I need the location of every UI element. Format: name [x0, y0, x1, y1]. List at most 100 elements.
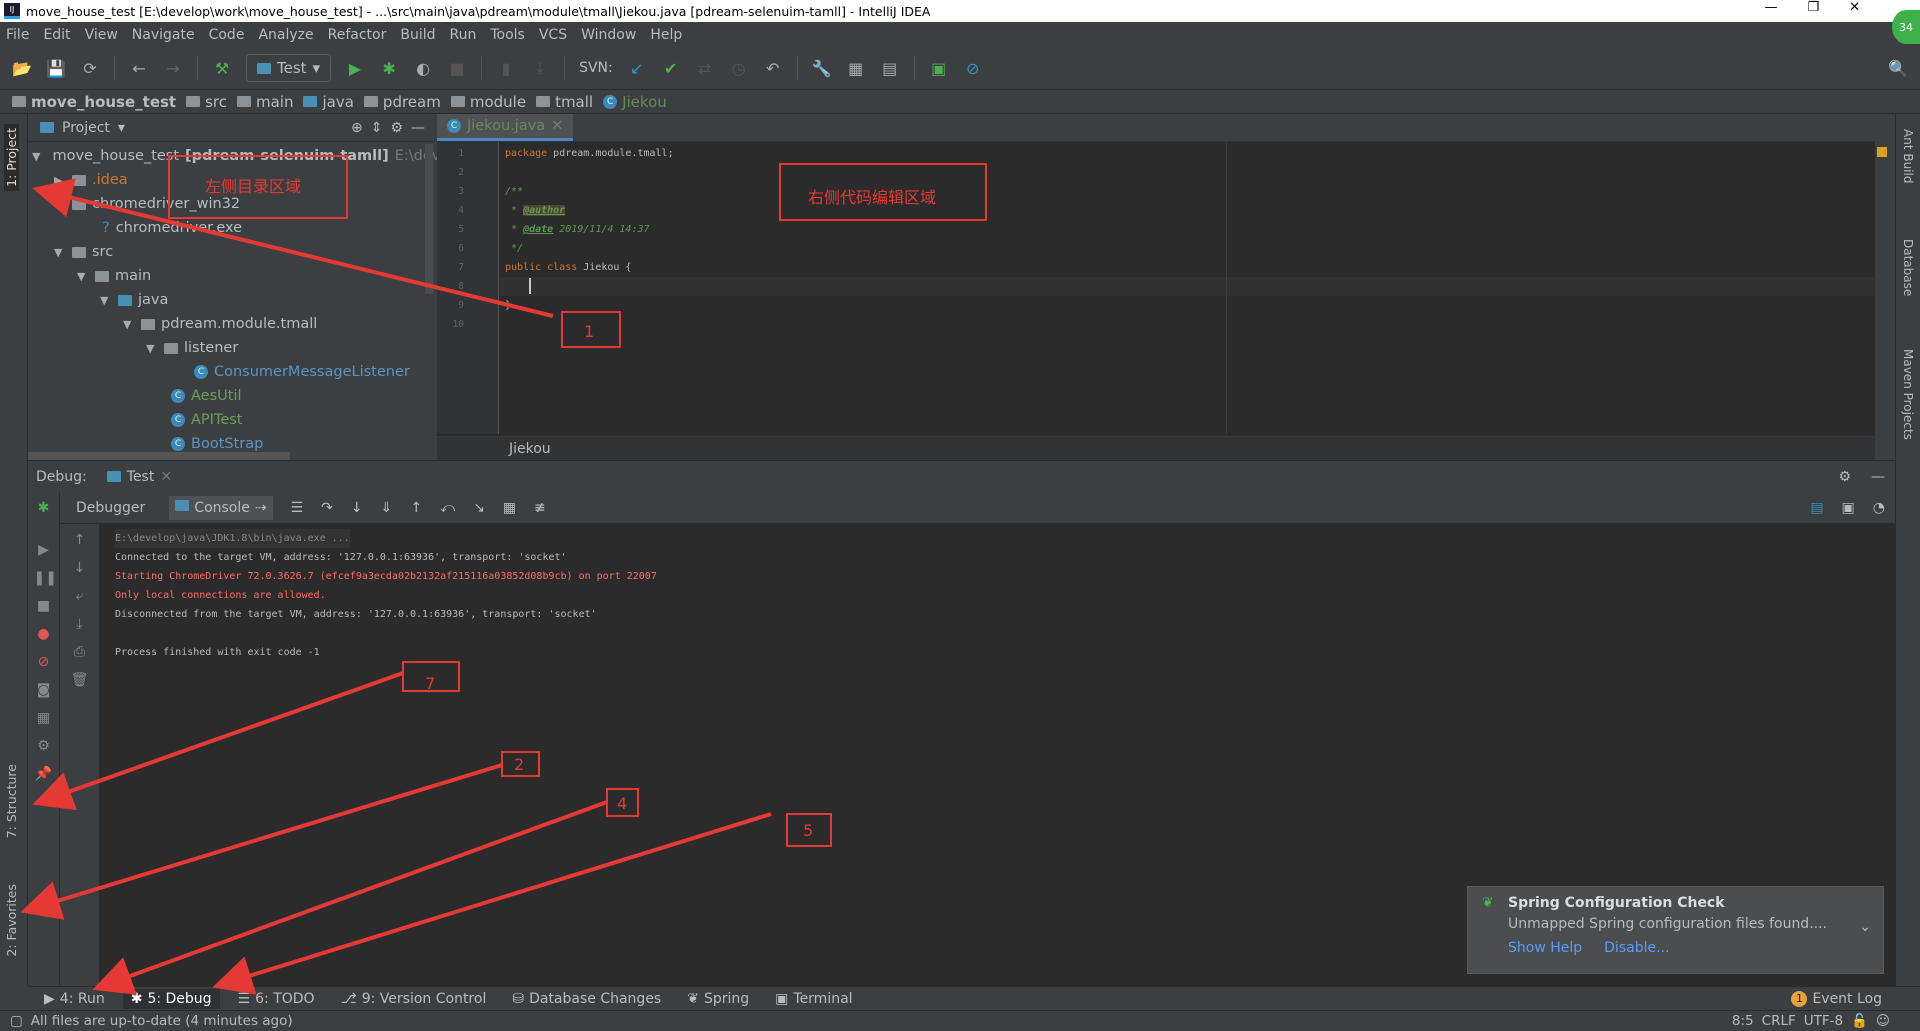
download-icon[interactable]: ⤓: [530, 58, 550, 78]
layout-icon[interactable]: ▦: [34, 710, 54, 730]
breadcrumb-jiekou[interactable]: C Jiekou: [603, 93, 667, 111]
avatar[interactable]: 34: [1892, 10, 1920, 44]
tool-tab-todo[interactable]: ☰ 6: TODO: [230, 989, 323, 1009]
tool-tab-favorites[interactable]: 2: Favorites: [4, 884, 19, 957]
scroll-to-end-icon[interactable]: ⤓: [70, 616, 90, 636]
project-view-select[interactable]: Project: [62, 120, 110, 136]
down-icon[interactable]: ↓: [70, 560, 90, 580]
disable-link[interactable]: Disable...: [1604, 940, 1669, 956]
stop-icon[interactable]: ■: [34, 598, 54, 618]
tab-console[interactable]: Console ⇢: [169, 495, 273, 520]
open-folder-icon[interactable]: 📂: [12, 58, 32, 78]
tool-tab-database[interactable]: Database: [1901, 239, 1915, 296]
up-icon[interactable]: ↑: [70, 532, 90, 552]
menu-vcs[interactable]: VCS: [539, 27, 567, 43]
tool-tab-structure[interactable]: 7: Structure: [4, 764, 19, 838]
rerun-debug-icon[interactable]: ✱: [34, 500, 54, 520]
close-tab-icon[interactable]: ✕: [160, 469, 172, 485]
inspector-icon[interactable]: ☺: [1876, 1013, 1890, 1029]
gear-icon[interactable]: ⚙: [1838, 469, 1851, 485]
resume-icon[interactable]: ▶: [34, 542, 54, 562]
editor-breadcrumb[interactable]: Jiekou: [437, 436, 1875, 460]
menu-edit[interactable]: Edit: [43, 27, 70, 43]
settings-icon[interactable]: ⚙: [34, 738, 54, 758]
tool-tab-database-changes[interactable]: ⛁ Database Changes: [504, 989, 669, 1009]
breadcrumb-tmall[interactable]: tmall: [536, 93, 593, 111]
debug-tab-test[interactable]: Test ✕: [106, 469, 172, 485]
revert-icon[interactable]: ↶: [763, 58, 783, 78]
step-into-icon[interactable]: ↓: [351, 500, 363, 516]
show-help-link[interactable]: Show Help: [1508, 940, 1582, 956]
tree-item-consumer[interactable]: C ConsumerMessageListener: [28, 360, 435, 384]
menu-file[interactable]: File: [6, 27, 29, 43]
minimize-icon[interactable]: —: [411, 120, 425, 136]
gear-icon[interactable]: ⚙: [390, 120, 403, 136]
view-breakpoints-icon[interactable]: ●: [34, 626, 54, 646]
tree-item-listener[interactable]: ▼ listener: [28, 336, 435, 360]
print-icon[interactable]: ⎙: [70, 644, 90, 664]
forward-icon[interactable]: →: [163, 58, 183, 78]
history-icon[interactable]: ◷: [729, 58, 749, 78]
step-over-icon[interactable]: ↷: [321, 500, 333, 516]
debug-bug-icon[interactable]: ✱: [379, 58, 399, 78]
wrench-icon[interactable]: 🔧: [812, 58, 832, 78]
coverage-icon[interactable]: ◐: [413, 58, 433, 78]
tool-tab-project[interactable]: 1: Project: [4, 124, 19, 191]
tree-item-package[interactable]: ▼ pdream.module.tmall: [28, 312, 435, 336]
menu-analyze[interactable]: Analyze: [258, 27, 313, 43]
breadcrumb-project[interactable]: move_house_test: [12, 93, 176, 111]
tab-jiekou-java[interactable]: C Jiekou.java ✕: [437, 114, 574, 141]
tab-debugger[interactable]: Debugger: [70, 496, 151, 520]
status-toggle-icon[interactable]: ▢: [10, 1013, 23, 1029]
line-separator[interactable]: CRLF: [1762, 1013, 1796, 1029]
run-icon[interactable]: ▶: [345, 58, 365, 78]
tool-tab-terminal[interactable]: ▣ Terminal: [767, 989, 860, 1009]
tool-tab-maven[interactable]: Maven Projects: [1901, 349, 1915, 440]
chevron-down-icon[interactable]: ▾: [118, 120, 125, 136]
tool-tab-version-control[interactable]: ⎇ 9: Version Control: [333, 989, 495, 1009]
drop-frame-icon[interactable]: ⤺: [440, 500, 455, 516]
tool-tab-ant-build[interactable]: Ant Build: [1901, 129, 1915, 183]
inspection-marker[interactable]: [1877, 147, 1887, 157]
tree-item-apitest[interactable]: C APITest: [28, 408, 435, 432]
horizontal-scrollbar[interactable]: [28, 452, 290, 460]
menu-view[interactable]: View: [85, 27, 118, 43]
tree-item-aesutil[interactable]: C AesUtil: [28, 384, 435, 408]
step-out-icon[interactable]: ↑: [410, 500, 422, 516]
tree-item-main[interactable]: ▼ main: [28, 264, 435, 288]
menu-navigate[interactable]: Navigate: [132, 27, 195, 43]
event-log-button[interactable]: 1 Event Log: [1783, 989, 1890, 1009]
code-content[interactable]: package pdream.module.tmall; /** * @auth…: [505, 144, 674, 315]
menu-refactor[interactable]: Refactor: [328, 27, 387, 43]
expand-chevron-icon[interactable]: ⌄: [1859, 919, 1871, 935]
project-structure-icon[interactable]: ▦: [846, 58, 866, 78]
evaluate-icon[interactable]: ▦: [503, 500, 516, 516]
caret-position[interactable]: 8:5: [1732, 1013, 1754, 1029]
back-icon[interactable]: ←: [129, 58, 149, 78]
restore-layout-icon[interactable]: ▤: [1810, 500, 1823, 516]
vertical-scrollbar[interactable]: [425, 144, 433, 294]
mute-breakpoints-icon[interactable]: ⊘: [34, 654, 54, 674]
tree-item-chromedriver-exe[interactable]: ? chromedriver.exe: [28, 216, 435, 240]
run-to-cursor-icon[interactable]: ↘: [473, 500, 485, 516]
camera-icon[interactable]: ◙: [34, 682, 54, 702]
breadcrumb-pdream[interactable]: pdream: [363, 93, 441, 111]
svn-compare-icon[interactable]: ⇄: [695, 58, 715, 78]
tree-item-java[interactable]: ▼ java: [28, 288, 435, 312]
tool-tab-debug[interactable]: ✱ 5: Debug: [122, 988, 220, 1009]
tool-tab-run[interactable]: ▶ 4: Run: [36, 989, 113, 1009]
menu-run[interactable]: Run: [450, 27, 477, 43]
stop-icon[interactable]: ■: [447, 58, 467, 78]
svn-commit-icon[interactable]: ✔: [661, 58, 681, 78]
lock-icon[interactable]: 🔓: [1851, 1013, 1868, 1029]
file-encoding[interactable]: UTF-8: [1804, 1013, 1843, 1029]
update-icon[interactable]: ▮: [496, 58, 516, 78]
save-icon[interactable]: 💾: [46, 58, 66, 78]
locate-icon[interactable]: ⊕: [351, 120, 363, 136]
pause-icon[interactable]: ❚❚: [34, 570, 57, 590]
menu-code[interactable]: Code: [209, 27, 245, 43]
breadcrumb-src[interactable]: src: [186, 93, 227, 111]
close-tab-icon[interactable]: ✕: [551, 118, 563, 134]
breadcrumb-java[interactable]: java: [303, 93, 354, 111]
minimize-icon[interactable]: —: [1871, 469, 1885, 485]
